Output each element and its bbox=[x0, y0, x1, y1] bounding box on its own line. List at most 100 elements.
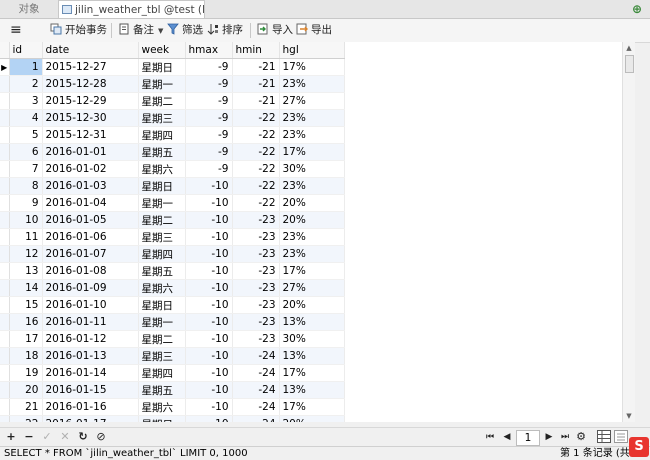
table-row[interactable]: 21 2016-01-16 星期六 -10 -24 17% bbox=[0, 398, 345, 416]
cell-week[interactable]: 星期六 bbox=[138, 279, 186, 297]
scroll-thumb[interactable] bbox=[625, 55, 634, 73]
prev-page-icon[interactable]: ◀ bbox=[500, 428, 514, 446]
column-header-date[interactable]: date bbox=[42, 42, 139, 59]
table-row[interactable]: 7 2016-01-02 星期六 -9 -22 30% bbox=[0, 160, 345, 178]
table-row[interactable]: 3 2015-12-29 星期二 -9 -21 27% bbox=[0, 92, 345, 110]
page-number-input[interactable]: 1 bbox=[516, 430, 540, 446]
cell-date[interactable]: 2016-01-07 bbox=[42, 245, 139, 263]
settings-icon[interactable]: ⚙ bbox=[574, 428, 588, 446]
cell-hmin[interactable]: -21 bbox=[232, 75, 280, 93]
scroll-up-icon[interactable]: ▲ bbox=[623, 42, 635, 54]
cell-week[interactable]: 星期三 bbox=[138, 347, 186, 365]
cell-hmax[interactable]: -10 bbox=[185, 177, 233, 195]
row-marker[interactable] bbox=[0, 381, 10, 399]
cell-id[interactable]: 20 bbox=[9, 381, 43, 399]
cell-hgl[interactable]: 23% bbox=[279, 245, 345, 263]
row-marker[interactable] bbox=[0, 398, 10, 416]
table-row[interactable]: 11 2016-01-06 星期三 -10 -23 23% bbox=[0, 228, 345, 246]
cell-hmin[interactable]: -21 bbox=[232, 92, 280, 110]
cell-hgl[interactable]: 20% bbox=[279, 296, 345, 314]
cell-id[interactable]: 1 bbox=[9, 58, 43, 76]
cell-week[interactable]: 星期日 bbox=[138, 58, 186, 76]
cell-id[interactable]: 12 bbox=[9, 245, 43, 263]
cell-week[interactable]: 星期六 bbox=[138, 160, 186, 178]
cell-week[interactable]: 星期一 bbox=[138, 75, 186, 93]
cell-id[interactable]: 10 bbox=[9, 211, 43, 229]
cell-hmax[interactable]: -10 bbox=[185, 415, 233, 422]
cell-hmin[interactable]: -24 bbox=[232, 347, 280, 365]
cell-week[interactable]: 星期日 bbox=[138, 415, 186, 422]
table-row[interactable]: 14 2016-01-09 星期六 -10 -23 27% bbox=[0, 279, 345, 297]
cell-week[interactable]: 星期五 bbox=[138, 262, 186, 280]
cell-date[interactable]: 2016-01-01 bbox=[42, 143, 139, 161]
cell-id[interactable]: 16 bbox=[9, 313, 43, 331]
cell-hmax[interactable]: -10 bbox=[185, 364, 233, 382]
cell-hgl[interactable]: 13% bbox=[279, 381, 345, 399]
column-header-hmin[interactable]: hmin bbox=[232, 42, 280, 59]
cell-hmax[interactable]: -10 bbox=[185, 262, 233, 280]
cell-hmax[interactable]: -10 bbox=[185, 330, 233, 348]
row-marker[interactable] bbox=[0, 126, 10, 144]
cell-week[interactable]: 星期日 bbox=[138, 296, 186, 314]
data-grid[interactable]: id date week hmax hmin hgl ▶ 1 2015-12-27 星… bbox=[0, 42, 622, 422]
last-page-icon[interactable]: ⏭ bbox=[558, 428, 572, 446]
cell-hgl[interactable]: 17% bbox=[279, 398, 345, 416]
cell-week[interactable]: 星期四 bbox=[138, 364, 186, 382]
export-button[interactable]: 导出 bbox=[296, 22, 332, 39]
row-marker[interactable] bbox=[0, 211, 10, 229]
cell-hmin[interactable]: -23 bbox=[232, 211, 280, 229]
current-row-marker-icon[interactable]: ▶ bbox=[0, 58, 10, 76]
cell-hmin[interactable]: -23 bbox=[232, 313, 280, 331]
column-header-hgl[interactable]: hgl bbox=[279, 42, 345, 59]
cell-id[interactable]: 22 bbox=[9, 415, 43, 422]
cell-hmax[interactable]: -10 bbox=[185, 245, 233, 263]
cell-week[interactable]: 星期二 bbox=[138, 92, 186, 110]
cell-hgl[interactable]: 17% bbox=[279, 262, 345, 280]
cell-hmax[interactable]: -10 bbox=[185, 228, 233, 246]
menu-icon[interactable]: ≡ bbox=[10, 22, 22, 39]
row-marker[interactable] bbox=[0, 279, 10, 297]
row-marker[interactable] bbox=[0, 262, 10, 280]
cell-hmin[interactable]: -23 bbox=[232, 228, 280, 246]
cell-hmax[interactable]: -9 bbox=[185, 160, 233, 178]
table-row[interactable]: 5 2015-12-31 星期四 -9 -22 23% bbox=[0, 126, 345, 144]
cell-id[interactable]: 3 bbox=[9, 92, 43, 110]
grid-view-icon[interactable] bbox=[597, 430, 611, 444]
first-page-icon[interactable]: ⏮ bbox=[483, 428, 497, 446]
table-row[interactable]: 222016-01-17星期日-10-2420% bbox=[0, 415, 345, 422]
discard-icon[interactable]: ✕ bbox=[58, 428, 72, 446]
cell-date[interactable]: 2015-12-31 bbox=[42, 126, 139, 144]
cell-date[interactable]: 2015-12-28 bbox=[42, 75, 139, 93]
cell-hmin[interactable]: -22 bbox=[232, 143, 280, 161]
cell-hgl[interactable]: 23% bbox=[279, 109, 345, 127]
column-header-hmax[interactable]: hmax bbox=[185, 42, 233, 59]
cell-date[interactable]: 2015-12-30 bbox=[42, 109, 139, 127]
row-marker[interactable] bbox=[0, 228, 10, 246]
new-object-icon[interactable]: ⊕ bbox=[628, 0, 646, 18]
cell-hmax[interactable]: -9 bbox=[185, 109, 233, 127]
row-marker[interactable] bbox=[0, 177, 10, 195]
table-row[interactable]: 15 2016-01-10 星期日 -10 -23 20% bbox=[0, 296, 345, 314]
cell-id[interactable]: 9 bbox=[9, 194, 43, 212]
cell-date[interactable]: 2016-01-05 bbox=[42, 211, 139, 229]
cell-week[interactable]: 星期五 bbox=[138, 381, 186, 399]
cell-id[interactable]: 4 bbox=[9, 109, 43, 127]
cell-hmin[interactable]: -24 bbox=[232, 415, 280, 422]
cell-hgl[interactable]: 23% bbox=[279, 75, 345, 93]
cell-date[interactable]: 2015-12-27 bbox=[42, 58, 139, 76]
cell-week[interactable]: 星期六 bbox=[138, 398, 186, 416]
cell-date[interactable]: 2016-01-17 bbox=[42, 415, 139, 422]
table-row[interactable]: 2 2015-12-28 星期一 -9 -21 23% bbox=[0, 75, 345, 93]
cell-hmax[interactable]: -10 bbox=[185, 313, 233, 331]
cell-id[interactable]: 11 bbox=[9, 228, 43, 246]
sort-button[interactable]: 排序 bbox=[207, 22, 243, 39]
table-row[interactable]: 6 2016-01-01 星期五 -9 -22 17% bbox=[0, 143, 345, 161]
table-row[interactable]: 4 2015-12-30 星期三 -9 -22 23% bbox=[0, 109, 345, 127]
cell-week[interactable]: 星期三 bbox=[138, 228, 186, 246]
row-marker[interactable] bbox=[0, 296, 10, 314]
row-marker[interactable] bbox=[0, 194, 10, 212]
cell-hmin[interactable]: -23 bbox=[232, 262, 280, 280]
table-row[interactable]: 8 2016-01-03 星期日 -10 -22 23% bbox=[0, 177, 345, 195]
cell-week[interactable]: 星期一 bbox=[138, 313, 186, 331]
cell-hmax[interactable]: -9 bbox=[185, 126, 233, 144]
